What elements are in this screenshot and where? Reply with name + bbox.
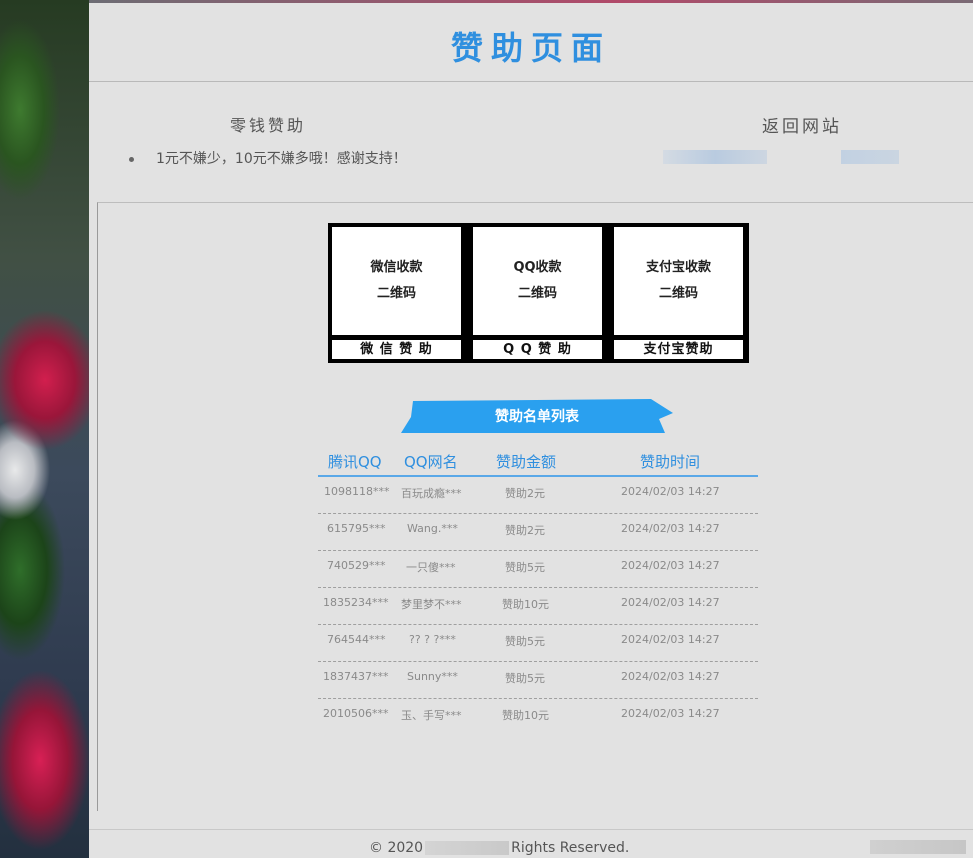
sponsor-list-ribbon: 赞助名单列表 <box>401 399 673 435</box>
table-header: 腾讯QQ QQ网名 赞助金额 赞助时间 <box>318 447 758 477</box>
wechat-qr-line2: 二维码 <box>376 286 416 301</box>
row-amount: 赞助5元 <box>505 635 545 648</box>
redacted-footer-link[interactable] <box>870 840 966 854</box>
row-amount: 赞助10元 <box>502 598 549 611</box>
redacted-site-name <box>425 841 510 855</box>
alipay-qr-line2: 二维码 <box>658 286 698 301</box>
wechat-sponsor-button[interactable]: 微 信 赞 助 <box>332 340 461 359</box>
qq-qr-line2: 二维码 <box>517 286 557 301</box>
qq-qr-card: QQ收款 二维码 <box>473 227 602 335</box>
table-row: 740529*** 一只傻*** 赞助5元 2024/02/03 14:27 <box>318 551 758 588</box>
alipay-qr-line1: 支付宝收款 <box>645 260 711 275</box>
col-time: 赞助时间 <box>640 453 701 471</box>
qq-qr-line1: QQ收款 <box>513 260 562 275</box>
row-time: 2024/02/03 14:27 <box>621 596 720 609</box>
col-amount: 赞助金额 <box>496 453 557 471</box>
row-nickname: 百玩成瘾*** <box>401 487 462 500</box>
row-nickname: 梦里梦不*** <box>401 598 462 611</box>
col-nickname: QQ网名 <box>404 453 458 471</box>
main-panel: 赞助页面 零钱赞助 返回网站 1元不嫌少，10元不嫌多哦！感谢支持！ 微信收款 … <box>89 0 973 858</box>
page-header: 赞助页面 <box>89 3 973 82</box>
ribbon-title: 赞助名单列表 <box>495 409 579 425</box>
redacted-link-2[interactable] <box>841 150 899 164</box>
return-to-site-link[interactable]: 返回网站 <box>762 112 842 137</box>
row-nickname: Wang.*** <box>407 522 458 535</box>
row-time: 2024/02/03 14:27 <box>621 485 720 498</box>
page-title: 赞助页面 <box>450 29 611 67</box>
row-time: 2024/02/03 14:27 <box>621 522 720 535</box>
footer: © 2020 Rights Reserved. <box>89 829 973 858</box>
sponsor-note-text: 1元不嫌少，10元不嫌多哦！感谢支持！ <box>156 151 407 167</box>
sponsor-table: 腾讯QQ QQ网名 赞助金额 赞助时间 1098118*** 百玩成瘾*** 赞… <box>318 447 758 735</box>
row-nickname: Sunny*** <box>407 670 458 683</box>
qr-code-strip: 微信收款 二维码 微 信 赞 助 QQ收款 二维码 Q Q 赞 助 支付宝收款 … <box>328 223 749 363</box>
row-nickname: 一只傻*** <box>406 561 456 574</box>
col-qq: 腾讯QQ <box>328 453 382 471</box>
row-amount: 赞助2元 <box>505 487 545 500</box>
row-qq: 615795*** <box>327 522 386 535</box>
row-qq: 1098118*** <box>324 485 390 498</box>
row-amount: 赞助5元 <box>505 561 545 574</box>
row-time: 2024/02/03 14:27 <box>621 707 720 720</box>
row-qq: 764544*** <box>327 633 386 646</box>
sponsor-note: 1元不嫌少，10元不嫌多哦！感谢支持！ <box>129 148 407 168</box>
row-time: 2024/02/03 14:27 <box>621 633 720 646</box>
content-area: 微信收款 二维码 微 信 赞 助 QQ收款 二维码 Q Q 赞 助 支付宝收款 … <box>97 202 973 811</box>
row-qq: 2010506*** <box>323 707 389 720</box>
bullet-dot-icon <box>129 156 134 162</box>
table-row: 764544*** ?? ? ?*** 赞助5元 2024/02/03 14:2… <box>318 625 758 662</box>
row-qq: 1835234*** <box>323 596 389 609</box>
row-time: 2024/02/03 14:27 <box>621 670 720 683</box>
table-row: 615795*** Wang.*** 赞助2元 2024/02/03 14:27 <box>318 514 758 551</box>
copyright-prefix: © 2020 <box>369 840 424 856</box>
alipay-qr-card: 支付宝收款 二维码 <box>614 227 743 335</box>
row-qq: 1837437*** <box>323 670 389 683</box>
row-amount: 赞助2元 <box>505 524 545 537</box>
small-change-sponsor-title: 零钱赞助 <box>230 116 307 135</box>
table-row: 1837437*** Sunny*** 赞助5元 2024/02/03 14:2… <box>318 662 758 699</box>
row-nickname: 玉、手写*** <box>401 709 462 722</box>
alipay-sponsor-button[interactable]: 支付宝赞助 <box>614 340 743 359</box>
table-row: 2010506*** 玉、手写*** 赞助10元 2024/02/03 14:2… <box>318 699 758 735</box>
copyright-text: © 2020 Rights Reserved. <box>369 840 629 856</box>
copyright-suffix: Rights Reserved. <box>511 840 630 856</box>
qq-sponsor-button[interactable]: Q Q 赞 助 <box>473 340 602 359</box>
wechat-qr-card: 微信收款 二维码 <box>332 227 461 335</box>
redacted-link-1[interactable] <box>663 150 767 164</box>
table-row: 1098118*** 百玩成瘾*** 赞助2元 2024/02/03 14:27 <box>318 477 758 514</box>
background-photo <box>0 0 100 858</box>
row-qq: 740529*** <box>327 559 386 572</box>
row-amount: 赞助10元 <box>502 709 549 722</box>
table-row: 1835234*** 梦里梦不*** 赞助10元 2024/02/03 14:2… <box>318 588 758 625</box>
info-section: 零钱赞助 返回网站 1元不嫌少，10元不嫌多哦！感谢支持！ <box>89 82 973 202</box>
row-nickname: ?? ? ?*** <box>409 633 456 646</box>
row-amount: 赞助5元 <box>505 672 545 685</box>
wechat-qr-line1: 微信收款 <box>370 260 423 275</box>
row-time: 2024/02/03 14:27 <box>621 559 720 572</box>
